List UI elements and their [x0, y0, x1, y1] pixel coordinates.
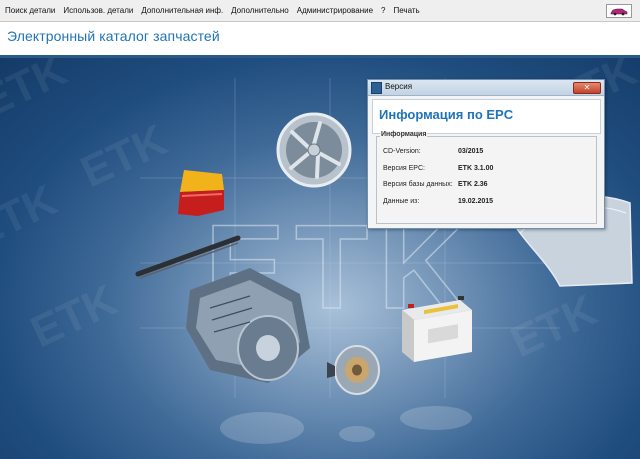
info-group-label: Информация: [380, 131, 428, 138]
version-dialog: Версия ✕ Информация по EPC Информация CD…: [367, 79, 605, 229]
app-title: Электронный каталог запчастей: [7, 28, 220, 44]
info-group: Информация CD-Version: 03/2015 Версия EP…: [376, 131, 597, 224]
info-label-data-date: Данные из:: [383, 198, 420, 205]
tail-light-icon: [178, 170, 224, 216]
menu-help[interactable]: ?: [377, 6, 389, 15]
dialog-heading: Информация по EPC: [379, 107, 514, 122]
info-value-cd-version: 03/2015: [458, 148, 484, 155]
info-label-db-version: Версия базы данных:: [383, 181, 453, 188]
info-value-db-version: ETK 2.36: [458, 181, 488, 188]
splash-background: ETK ETK ETK ETK ETK ETK ETK: [0, 58, 640, 459]
info-label-cd-version: CD-Version:: [383, 148, 421, 155]
window-icon: [371, 82, 382, 94]
menu-extras[interactable]: Дополнительно: [227, 6, 293, 15]
watermark-text: ETK: [24, 275, 125, 357]
close-icon[interactable]: ✕: [573, 82, 601, 94]
dialog-window-title: Версия: [385, 82, 413, 91]
menu-additional-info[interactable]: Дополнительная инф.: [137, 6, 227, 15]
info-value-data-date: 19.02.2015: [458, 198, 494, 205]
info-value-epc-version: ETK 3.1.00: [458, 165, 494, 172]
menu-administration[interactable]: Администрирование: [293, 6, 377, 15]
watermark-text: ETK: [74, 115, 175, 197]
battery-icon: [402, 296, 472, 362]
info-label-epc-version: Версия EPC:: [383, 165, 425, 172]
dialog-heading-panel: Информация по EPC: [372, 99, 601, 134]
watermark-text: ETK: [0, 58, 74, 127]
app-header: Электронный каталог запчастей: [0, 22, 640, 58]
menu-bar: Поиск детали Использов. детали Дополните…: [0, 0, 640, 22]
alloy-wheel-icon: [276, 112, 352, 188]
menu-print[interactable]: Печать: [390, 6, 424, 15]
watermark-text: ETK: [0, 175, 64, 257]
watermark-text: ETK: [504, 285, 605, 367]
menu-search-part[interactable]: Поиск детали: [0, 6, 59, 15]
menu-part-usage[interactable]: Использов. детали: [59, 6, 137, 15]
brake-disc-icon: [327, 345, 380, 395]
car-logo-icon[interactable]: [606, 4, 632, 18]
dialog-titlebar[interactable]: Версия ✕: [368, 80, 604, 96]
